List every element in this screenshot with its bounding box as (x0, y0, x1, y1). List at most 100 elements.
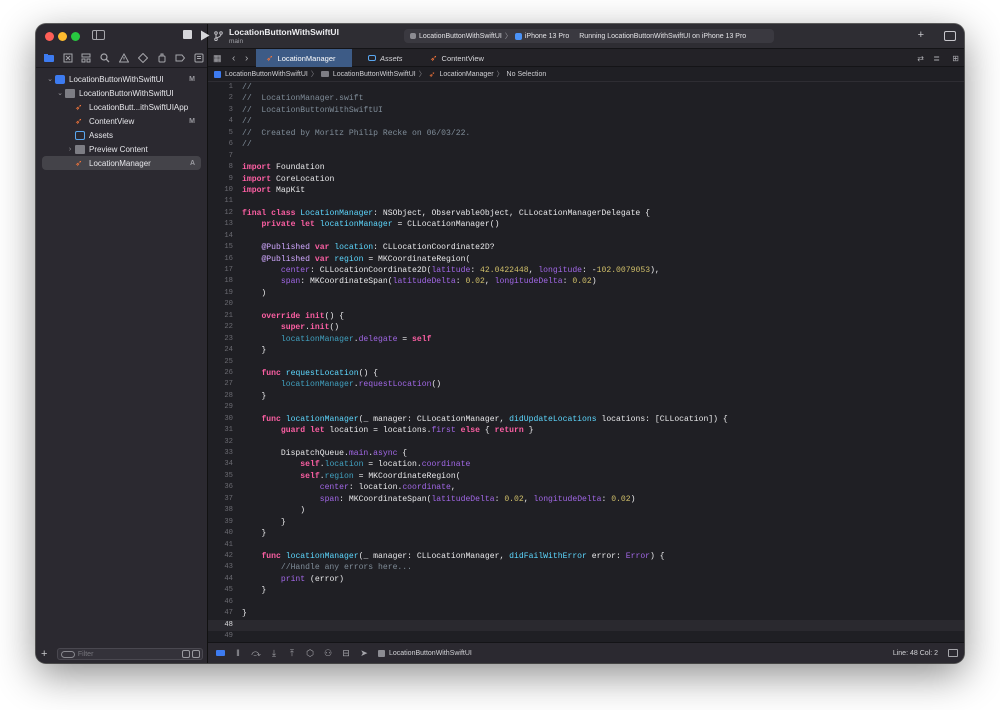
code-line[interactable]: 28 } (208, 391, 964, 402)
view-hierarchy-icon[interactable]: ⬡ (304, 647, 316, 659)
environment-overrides-icon[interactable]: ⊟ (340, 647, 352, 659)
code-line[interactable]: 38 ) (208, 505, 964, 516)
step-into-icon[interactable]: ⤓ (268, 647, 280, 659)
issue-warning-icon[interactable] (116, 50, 132, 66)
filter-options-icon[interactable] (60, 650, 75, 658)
split-editor-icon[interactable]: ⊞ (952, 54, 959, 63)
report-navigator-icon[interactable] (191, 50, 207, 66)
code-line[interactable]: 15 @Published var location: CLLocationCo… (208, 242, 964, 253)
code-line[interactable]: 30 func locationManager(_ manager: CLLoc… (208, 414, 964, 425)
code-line[interactable]: 9 import CoreLocation (208, 174, 964, 185)
code-line[interactable]: 10 import MapKit (208, 185, 964, 196)
code-line[interactable]: 20 (208, 299, 964, 310)
tree-item[interactable]: ⌄ LocationButtonWithSwiftUI M (42, 72, 201, 86)
editor-options-icon[interactable]: ≣ (933, 54, 940, 63)
code-line[interactable]: 4 // (208, 116, 964, 127)
scheme-status-bar[interactable]: LocationButtonWithSwiftUI 〉 iPhone 13 Pr… (404, 29, 774, 43)
code-line[interactable]: 45 } (208, 585, 964, 596)
debug-scheme[interactable]: LocationButtonWithSwiftUI (378, 649, 472, 657)
chevron-right-icon[interactable]: › (66, 146, 74, 153)
grid-menu-icon[interactable]: ▦ (213, 53, 222, 64)
chevron-down-icon[interactable]: ⌄ (46, 75, 54, 83)
code-line[interactable]: 13 private let locationManager = CLLocat… (208, 219, 964, 230)
code-line[interactable]: 36 center: location.coordinate, (208, 482, 964, 493)
code-line[interactable]: 23 locationManager.delegate = self (208, 334, 964, 345)
code-line[interactable]: 12 final class LocationManager: NSObject,… (208, 208, 964, 219)
zoom-window-button[interactable] (71, 32, 80, 41)
run-destination[interactable]: iPhone 13 Pro (525, 33, 569, 40)
code-line[interactable]: 39 } (208, 517, 964, 528)
tab-contentview[interactable]: ➶ ContentView (420, 49, 500, 67)
code-line[interactable]: 44 print (error) (208, 574, 964, 585)
tree-item[interactable]: ➶ LocationManager A (42, 156, 201, 170)
code-line[interactable]: 21 override init() { (208, 311, 964, 322)
code-line[interactable]: 47} (208, 608, 964, 619)
code-line[interactable]: 29 (208, 402, 964, 413)
code-line[interactable]: 31 guard let location = locations.first … (208, 425, 964, 436)
simulate-location-icon[interactable]: ➤ (358, 647, 370, 659)
code-line[interactable]: 6 // (208, 139, 964, 150)
jumpbar-file[interactable]: LocationManager (439, 71, 493, 78)
code-line[interactable]: 34 self.location = location.coordinate (208, 459, 964, 470)
code-line[interactable]: 1 // (208, 82, 964, 93)
jumpbar-group[interactable]: LocationButtonWithSwiftUI (333, 71, 416, 78)
back-arrow-icon[interactable]: ‹ (232, 53, 235, 64)
tree-item[interactable]: ➶ LocationButt...ithSwiftUIApp (42, 100, 201, 114)
recent-files-icon[interactable] (182, 650, 190, 658)
code-line[interactable]: 37 span: MKCoordinateSpan(latitudeDelta:… (208, 494, 964, 505)
code-line[interactable]: 25 (208, 357, 964, 368)
minimize-window-button[interactable] (58, 32, 67, 41)
tab-locationmanager[interactable]: ➶ LocationManager (256, 49, 352, 67)
inspector-toggle-icon[interactable] (944, 31, 956, 41)
jumpbar-project[interactable]: LocationButtonWithSwiftUI (225, 71, 308, 78)
sidebar-toggle-icon[interactable] (92, 30, 105, 40)
code-line[interactable]: 24 } (208, 345, 964, 356)
show-console-icon[interactable] (948, 649, 958, 657)
memory-graph-icon[interactable]: ⚇ (322, 647, 334, 659)
code-line[interactable]: 22 super.init() (208, 322, 964, 333)
step-out-icon[interactable]: ⤒ (286, 647, 298, 659)
code-line[interactable]: 5 // Created by Moritz Philip Recke on 06… (208, 128, 964, 139)
hide-debug-area-icon[interactable] (214, 647, 226, 659)
source-control-icon[interactable] (60, 50, 76, 66)
stop-icon[interactable] (183, 30, 192, 39)
folder-navigator-icon[interactable] (41, 50, 57, 66)
code-line[interactable]: 48 (208, 619, 964, 631)
forward-arrow-icon[interactable]: › (245, 53, 248, 64)
source-editor[interactable]: 1 // 2 // LocationManager.swift 3 // Location… (208, 82, 964, 642)
symbol-navigator-icon[interactable] (79, 50, 95, 66)
navigator-filter-input[interactable]: Filter (56, 648, 203, 660)
test-diamond-icon[interactable] (135, 50, 151, 66)
jumpbar-selection[interactable]: No Selection (507, 71, 547, 78)
code-line[interactable]: 11 (208, 196, 964, 207)
code-line[interactable]: 2 // LocationManager.swift (208, 93, 964, 104)
code-line[interactable]: 40 } (208, 528, 964, 539)
code-line[interactable]: 3 // LocationButtonWithSwiftUI (208, 105, 964, 116)
tree-item[interactable]: Assets (42, 128, 201, 142)
code-line[interactable]: 43 //Handle any errors here... (208, 562, 964, 573)
debug-spray-icon[interactable] (154, 50, 170, 66)
code-line[interactable]: 32 (208, 437, 964, 448)
code-line[interactable]: 26 func requestLocation() { (208, 368, 964, 379)
close-window-button[interactable] (45, 32, 54, 41)
code-line[interactable]: 19 ) (208, 288, 964, 299)
code-line[interactable]: 17 center: CLLocationCoordinate2D(latitu… (208, 265, 964, 276)
code-line[interactable]: 35 self.region = MKCoordinateRegion( (208, 471, 964, 482)
tree-item[interactable]: ⌄ LocationButtonWithSwiftUI (42, 86, 201, 100)
search-icon[interactable] (97, 50, 113, 66)
step-over-icon[interactable]: ⤼ (250, 647, 262, 659)
tree-item[interactable]: › Preview Content (42, 142, 201, 156)
code-line[interactable]: 33 DispatchQueue.main.async { (208, 448, 964, 459)
breakpoint-icon[interactable] (172, 50, 188, 66)
code-line[interactable]: 41 (208, 540, 964, 551)
code-line[interactable]: 49 (208, 631, 964, 642)
add-file-icon[interactable]: + (41, 648, 53, 660)
code-line[interactable]: 46 (208, 597, 964, 608)
tab-assets[interactable]: Assets (358, 49, 418, 67)
add-library-icon[interactable]: + (918, 29, 924, 41)
code-line[interactable]: 14 (208, 231, 964, 242)
code-line[interactable]: 18 span: MKCoordinateSpan(latitudeDelta:… (208, 276, 964, 287)
pause-icon[interactable]: ‖ (232, 647, 244, 659)
code-line[interactable]: 42 func locationManager(_ manager: CLLoc… (208, 551, 964, 562)
code-line[interactable]: 8 import Foundation (208, 162, 964, 173)
